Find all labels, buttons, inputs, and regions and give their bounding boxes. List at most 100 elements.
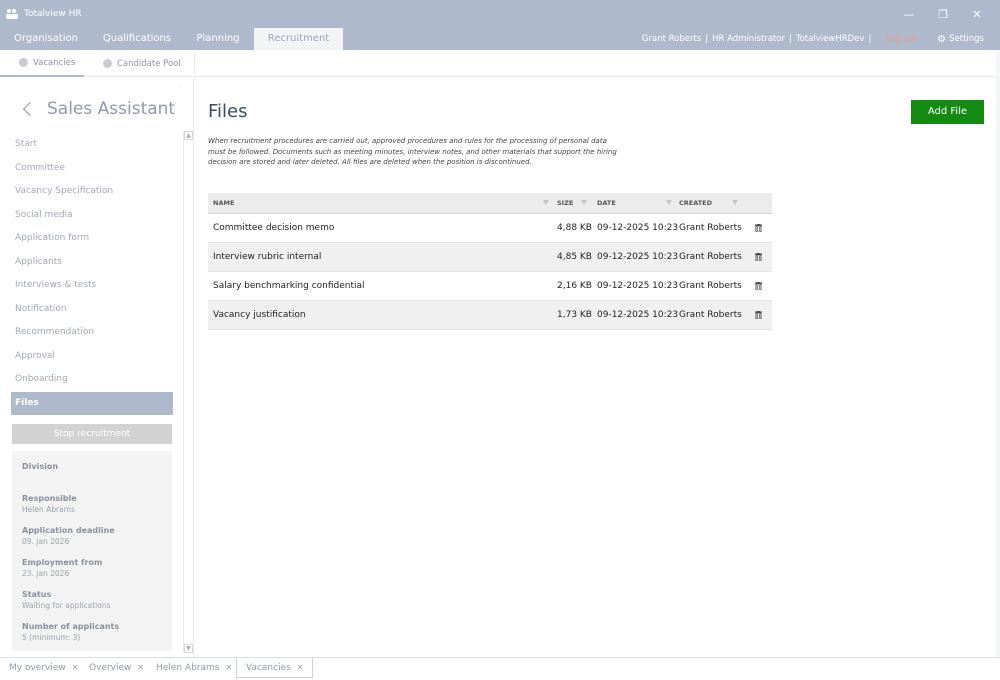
table-header: NAME SIZE DATE CREATED xyxy=(208,193,772,214)
user-role: HR Administrator xyxy=(712,34,786,44)
bottom-tab-label: Helen Abrams xyxy=(156,663,220,673)
step-social-media[interactable]: Social media xyxy=(11,204,173,228)
environment-name: TotalviewHRDev xyxy=(795,34,865,44)
scroll-up-icon[interactable]: ▲ xyxy=(184,131,193,140)
files-table: NAME SIZE DATE CREATED Committee decisio… xyxy=(208,193,772,330)
resize-grip-icon: ◦ xyxy=(178,82,182,89)
file-created-by: Grant Roberts xyxy=(679,310,742,320)
file-date: 09-12-2025 10:23 xyxy=(597,281,679,291)
file-size: 1,73 KB xyxy=(557,310,592,320)
column-name-header[interactable]: NAME xyxy=(213,193,234,214)
sidebar-scrollbar[interactable]: ▲ ▼ xyxy=(183,131,193,653)
logout-link[interactable]: Log out xyxy=(885,34,917,44)
filter-icon[interactable] xyxy=(666,200,672,205)
bottom-tab-label: Vacancies xyxy=(246,663,291,673)
step-committee[interactable]: Committee xyxy=(11,157,173,181)
main-content: Files Add File When recruitment procedur… xyxy=(195,78,1000,657)
close-tab-icon[interactable]: ✕ xyxy=(72,663,79,672)
step-start[interactable]: Start xyxy=(11,133,173,157)
column-created-header[interactable]: CREATED xyxy=(679,193,712,214)
description-text: When recruitment procedures are carried … xyxy=(208,137,617,166)
column-date-header[interactable]: DATE xyxy=(597,193,616,214)
stop-recruitment-button[interactable]: Stop recruitment xyxy=(12,424,172,444)
separator: | xyxy=(868,34,872,44)
bottom-tab-label: Overview xyxy=(89,663,132,673)
step-vacancy-specification[interactable]: Vacancy Specification xyxy=(11,180,173,204)
step-applicants[interactable]: Applicants xyxy=(11,251,173,275)
deadline-label: Application deadline xyxy=(22,526,115,535)
column-size-header[interactable]: SIZE xyxy=(557,193,573,214)
settings-label: Settings xyxy=(949,34,984,44)
step-interviews-tests[interactable]: Interviews & tests xyxy=(11,274,173,298)
scroll-down-icon[interactable]: ▼ xyxy=(184,644,193,653)
file-name[interactable]: Interview rubric internal xyxy=(213,243,321,272)
back-button[interactable]: Sales Assistant xyxy=(20,99,175,119)
applicants-value: 5 (minimum: 3) xyxy=(22,633,81,642)
file-date: 09-12-2025 10:23 xyxy=(597,310,679,320)
add-file-button[interactable]: Add File xyxy=(911,100,984,124)
file-created-by: Grant Roberts xyxy=(679,223,742,233)
close-tab-icon[interactable]: ✕ xyxy=(225,663,232,672)
step-approval[interactable]: Approval xyxy=(11,345,173,369)
trash-icon[interactable] xyxy=(755,282,762,290)
table-row[interactable]: Salary benchmarking confidential 2,16 KB… xyxy=(208,272,772,301)
minimize-icon[interactable]: — xyxy=(892,0,926,28)
file-name[interactable]: Salary benchmarking confidential xyxy=(213,272,365,301)
trash-icon[interactable] xyxy=(755,224,762,232)
restore-icon[interactable]: ❐ xyxy=(926,0,960,28)
bottom-tab-label: My overview xyxy=(9,663,66,673)
file-size: 2,16 KB xyxy=(557,281,592,291)
close-icon[interactable]: ✕ xyxy=(960,0,994,28)
user-name: Grant Roberts xyxy=(641,34,702,44)
step-files[interactable]: Files xyxy=(11,391,173,415)
applicants-label: Number of applicants xyxy=(22,622,120,631)
close-tab-icon[interactable]: ✕ xyxy=(297,663,304,672)
step-recommendation[interactable]: Recommendation xyxy=(11,321,173,345)
file-created-by: Grant Roberts xyxy=(679,281,742,291)
file-size: 4,88 KB xyxy=(557,223,592,233)
step-notification[interactable]: Notification xyxy=(11,298,173,322)
status-value: Waiting for applications xyxy=(22,601,111,610)
table-row[interactable]: Interview rubric internal 4,85 KB 09-12-… xyxy=(208,243,772,272)
bottom-tab-overview[interactable]: Overview ✕ xyxy=(80,658,144,678)
tab-qualifications[interactable]: Qualifications xyxy=(92,28,182,50)
division-label: Division xyxy=(22,462,59,471)
tab-organisation[interactable]: Organisation xyxy=(0,28,92,50)
close-tab-icon[interactable]: ✕ xyxy=(137,663,144,672)
divider xyxy=(194,52,195,74)
step-onboarding[interactable]: Onboarding xyxy=(11,368,173,392)
step-list: Start Committee Vacancy Specification So… xyxy=(11,133,173,415)
filter-icon[interactable] xyxy=(732,200,738,205)
trash-icon[interactable] xyxy=(755,311,762,319)
bottom-tab-my-overview[interactable]: My overview ✕ xyxy=(0,658,78,678)
bottom-tab-bar: My overview ✕ Overview ✕ Helen Abrams ✕ Vac… xyxy=(0,657,1000,680)
vacancy-info-box: Division Responsible Helen Abrams Applic… xyxy=(12,451,172,651)
responsible-value: Helen Abrams xyxy=(22,505,75,514)
table-row[interactable]: Committee decision memo 4,88 KB 09-12-20… xyxy=(208,214,772,243)
file-name[interactable]: Vacancy justification xyxy=(213,301,306,330)
title-bar: Totalview HR — ❐ ✕ xyxy=(0,0,1000,28)
subtab-candidate-pool[interactable]: Candidate Pool xyxy=(103,50,181,77)
tab-recruitment[interactable]: Recruitment xyxy=(254,28,343,50)
table-row[interactable]: Vacancy justification 1,73 KB 09-12-2025… xyxy=(208,301,772,330)
bottom-tab-helen-abrams[interactable]: Helen Abrams ✕ xyxy=(147,658,232,678)
app-title: Totalview HR xyxy=(24,9,82,19)
employment-label: Employment from xyxy=(22,558,103,567)
settings-button[interactable]: ⚙ Settings xyxy=(937,34,984,45)
file-date: 09-12-2025 10:23 xyxy=(597,223,679,233)
bottom-tab-vacancies[interactable]: Vacancies ✕ xyxy=(236,658,313,678)
file-name[interactable]: Committee decision memo xyxy=(213,214,334,243)
filter-icon[interactable] xyxy=(543,200,549,205)
filter-icon[interactable] xyxy=(581,200,587,205)
tab-planning[interactable]: Planning xyxy=(182,28,254,50)
step-application-form[interactable]: Application form xyxy=(11,227,173,251)
vacancy-title: Sales Assistant xyxy=(47,99,176,119)
left-panel: ◦ Sales Assistant Start Committee Vacanc… xyxy=(0,78,194,657)
subtab-label: Candidate Pool xyxy=(117,58,181,69)
trash-icon[interactable] xyxy=(755,253,762,261)
employment-value: 23. jan 2026 xyxy=(22,569,70,578)
page-title: Files xyxy=(208,101,248,122)
subtab-vacancies[interactable]: Vacancies xyxy=(0,50,84,77)
separator: | xyxy=(705,34,709,44)
app-logo-icon xyxy=(4,7,20,21)
